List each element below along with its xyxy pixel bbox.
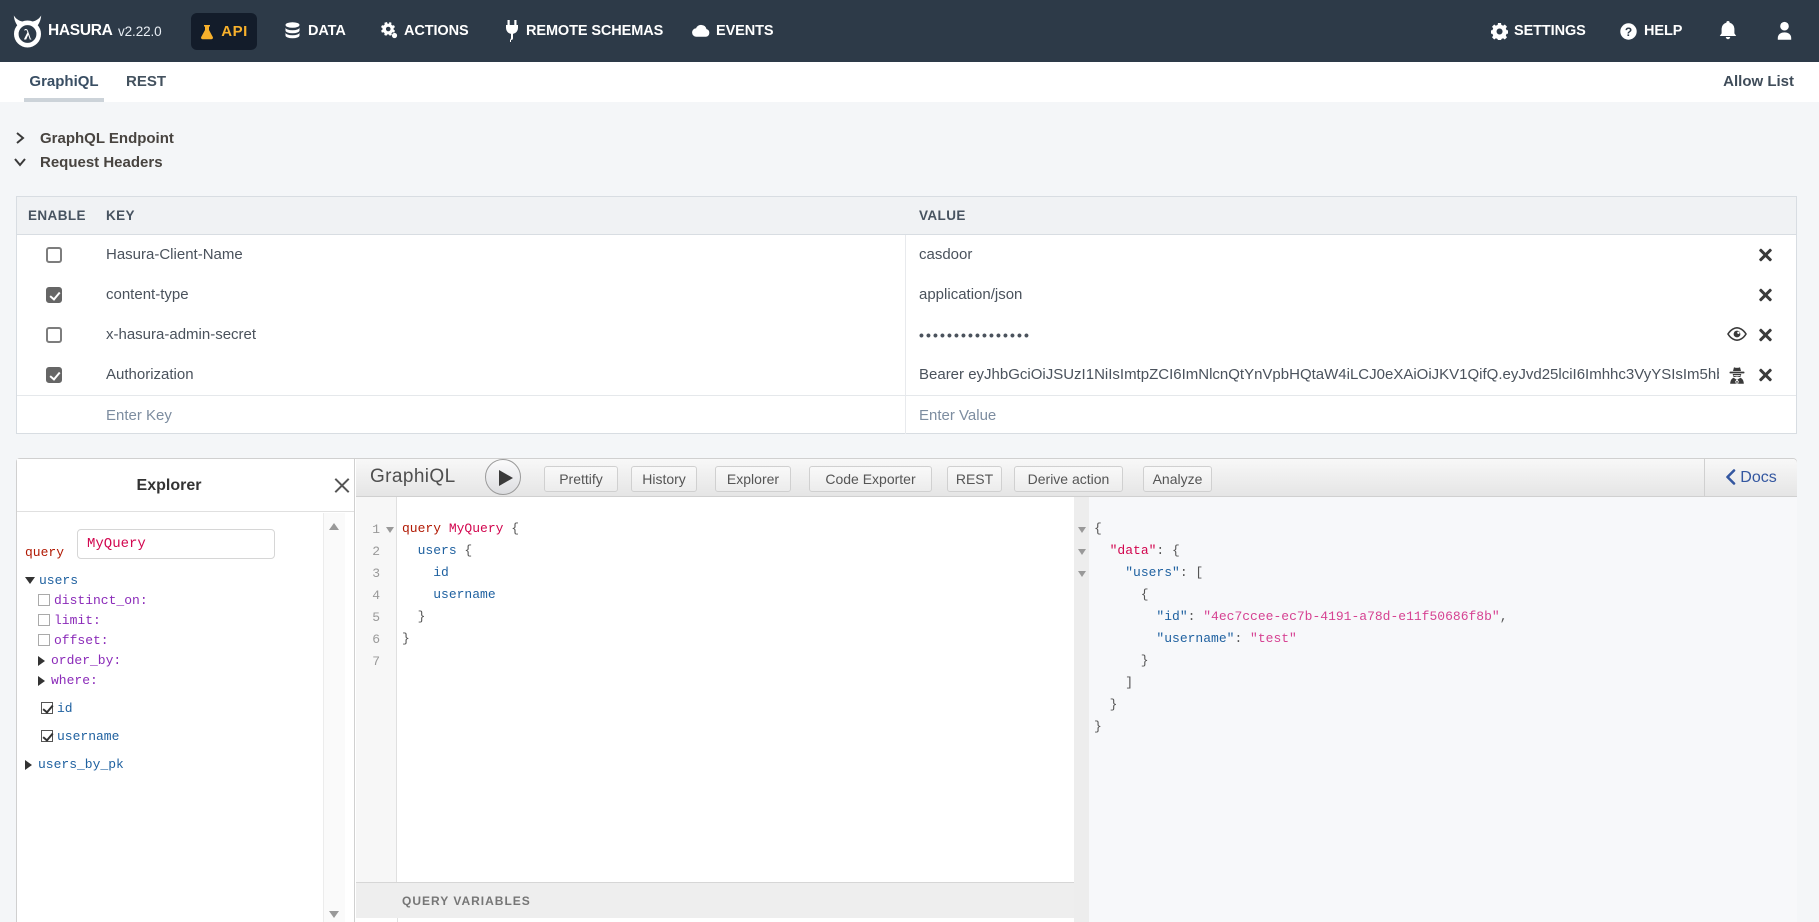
svg-text:λ: λ — [24, 28, 32, 44]
svg-text:?: ? — [1625, 25, 1632, 39]
